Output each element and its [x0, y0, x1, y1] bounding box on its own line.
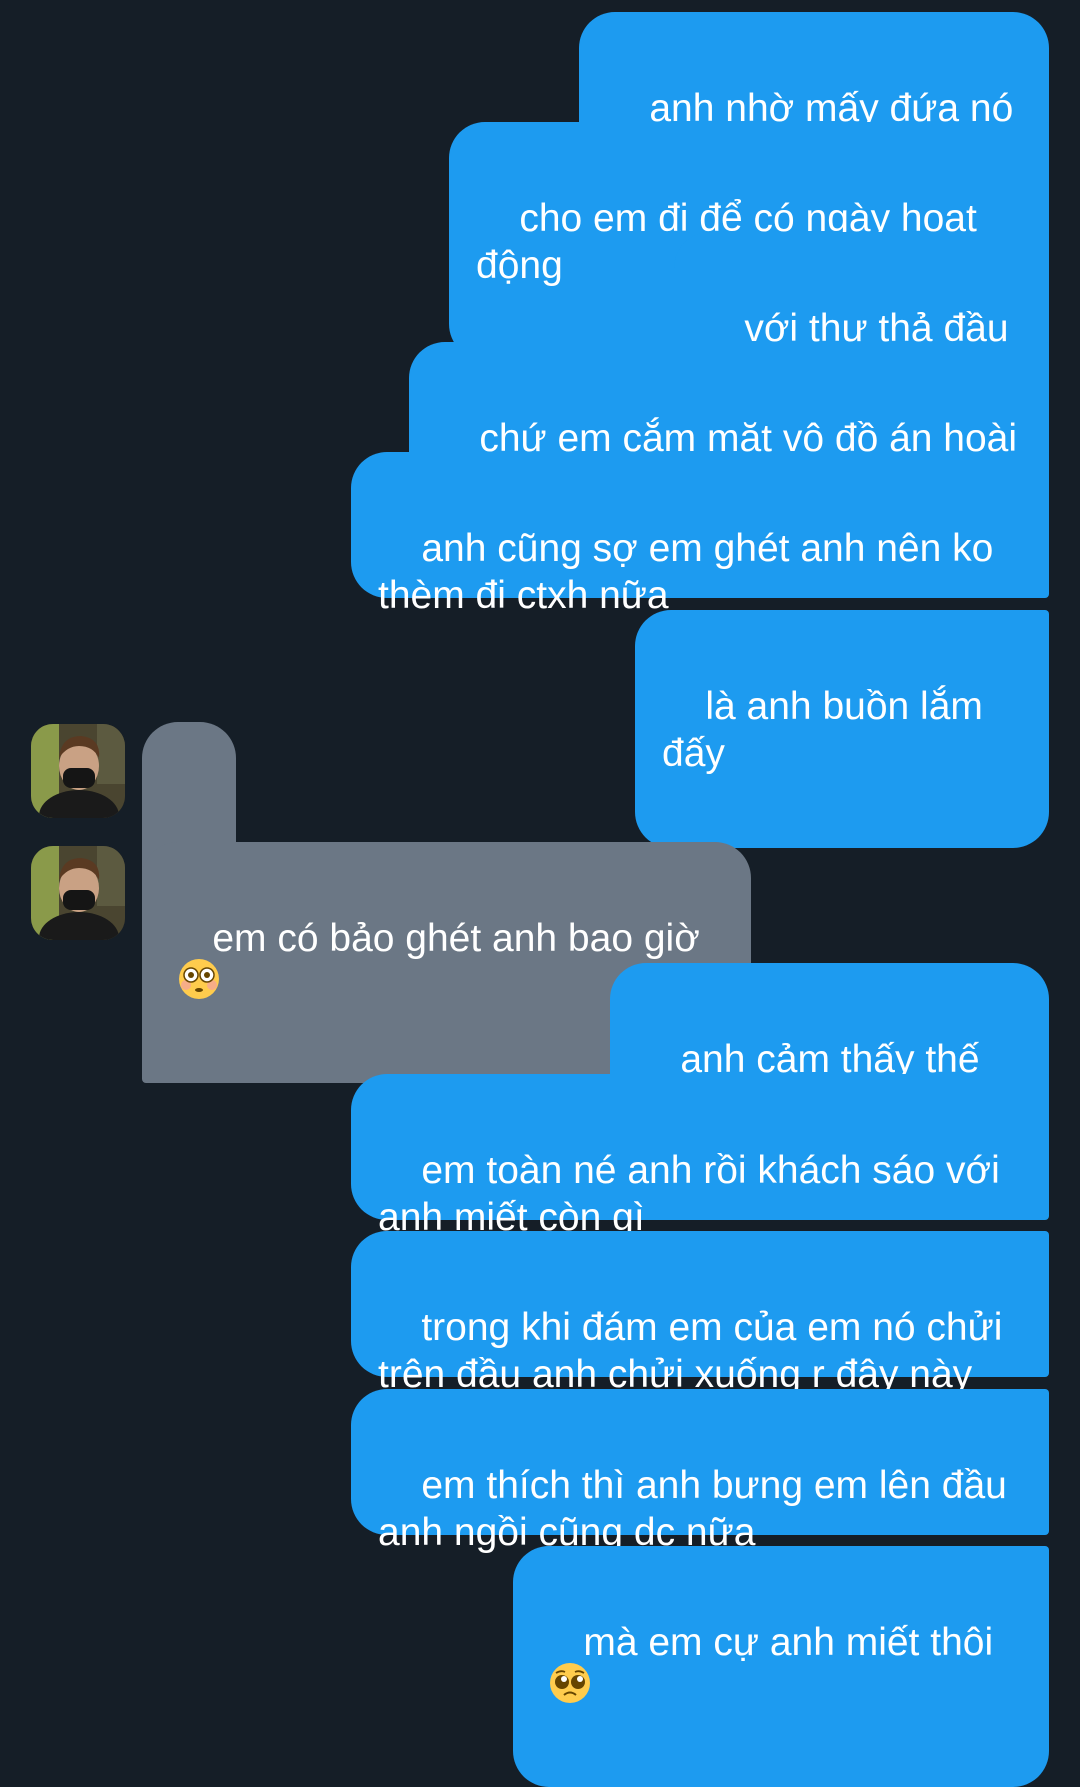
outgoing-message[interactable]: em thích thì anh bưng em lên đầu anh ngồ…: [351, 1389, 1049, 1554]
avatar[interactable]: [31, 724, 125, 818]
outgoing-message[interactable]: trong khi đám em của em nó chửi trên đầu…: [351, 1231, 1049, 1396]
message-thread[interactable]: anh nhờ mấy đứa nó đấy cho em đi để có n…: [0, 0, 1080, 1787]
message-text: em toàn né anh rồi khách sáo với anh miế…: [378, 1149, 1011, 1239]
outgoing-message[interactable]: anh cũng sợ em ghét anh nên ko thèm đi c…: [351, 452, 1049, 617]
outgoing-message[interactable]: em toàn né anh rồi khách sáo với anh miế…: [351, 1074, 1049, 1239]
outgoing-message[interactable]: mà em cự anh miết thôi: [513, 1546, 1049, 1787]
avatar-photo: [31, 724, 125, 818]
message-text: mà em cự anh miết thôi: [583, 1621, 994, 1664]
message-text: anh cũng sợ em ghét anh nên ko thèm đi c…: [378, 527, 1005, 617]
outgoing-message[interactable]: là anh buồn lắm đấy: [635, 610, 1049, 848]
avatar[interactable]: [31, 846, 125, 940]
pleading-face-icon: [548, 1661, 592, 1716]
flushed-face-icon: [177, 957, 221, 1012]
message-text: trong khi đám em của em nó chửi trên đầu…: [378, 1306, 1014, 1396]
message-text: là anh buồn lắm đấy: [662, 685, 994, 775]
message-text: em thích thì anh bưng em lên đầu anh ngồ…: [378, 1464, 1018, 1554]
avatar-photo: [31, 846, 125, 940]
message-text: em có bảo ghét anh bao giờ: [212, 917, 700, 960]
